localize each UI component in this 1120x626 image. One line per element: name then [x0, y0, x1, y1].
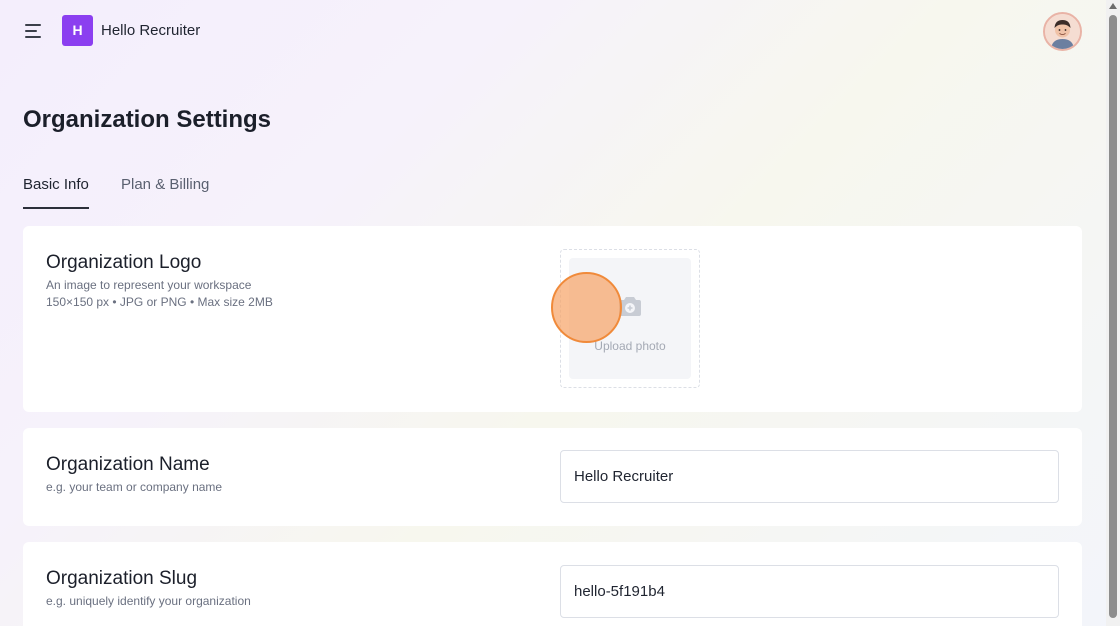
brand-logo[interactable]: H: [62, 15, 93, 46]
organization-name-input[interactable]: [560, 450, 1059, 503]
tab-plan-billing[interactable]: Plan & Billing: [121, 176, 209, 207]
slug-card: Organization Slug e.g. uniquely identify…: [23, 542, 1082, 626]
tab-basic-info[interactable]: Basic Info: [23, 176, 89, 209]
vertical-scrollbar[interactable]: [1106, 0, 1120, 626]
top-bar: H Hello Recruiter: [0, 0, 1106, 62]
logo-section-description: An image to represent your workspace: [46, 278, 252, 292]
scroll-up-arrow-icon[interactable]: [1109, 3, 1117, 9]
organization-slug-input[interactable]: [560, 565, 1059, 618]
scrollbar-thumb[interactable]: [1109, 15, 1117, 618]
slug-section-description: e.g. uniquely identify your organization: [46, 594, 251, 608]
name-section-description: e.g. your team or company name: [46, 480, 223, 494]
user-avatar[interactable]: [1043, 12, 1082, 51]
name-section-title: Organization Name: [46, 454, 210, 475]
page-title: Organization Settings: [23, 106, 272, 133]
hamburger-menu-icon[interactable]: [22, 21, 46, 41]
logo-section-title: Organization Logo: [46, 252, 202, 273]
logo-section-requirements: 150×150 px • JPG or PNG • Max size 2MB: [46, 295, 273, 309]
name-card: Organization Name e.g. your team or comp…: [23, 428, 1082, 526]
slug-section-title: Organization Slug: [46, 568, 198, 589]
avatar-face-icon: [1045, 14, 1080, 49]
brand-name[interactable]: Hello Recruiter: [101, 22, 200, 39]
cursor-click-indicator: [551, 272, 622, 343]
